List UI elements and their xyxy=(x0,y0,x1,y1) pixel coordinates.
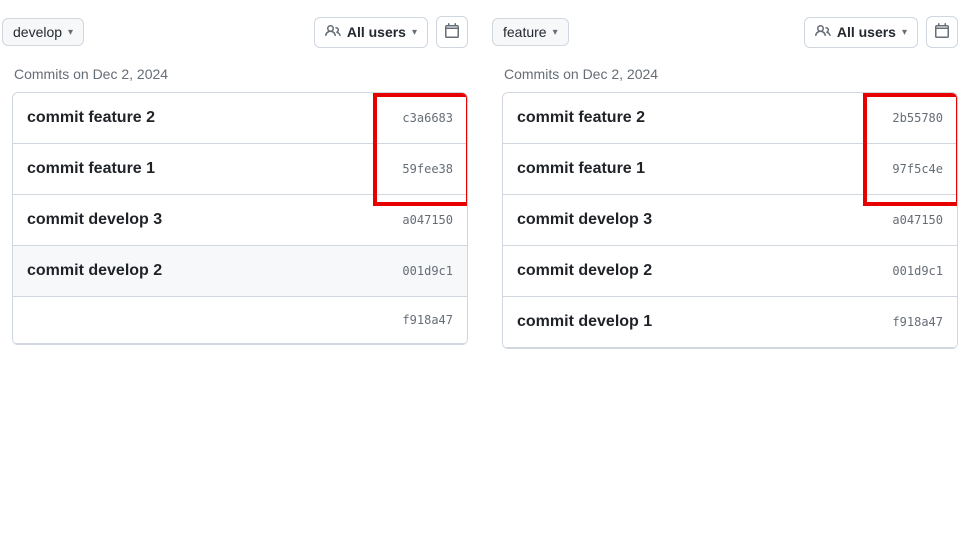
commit-list: commit feature 2 c3a6683 commit feature … xyxy=(12,92,468,345)
commit-title: commit feature 1 xyxy=(27,160,155,178)
commit-hash[interactable]: 59fee38 xyxy=(389,162,453,176)
commit-title: commit feature 2 xyxy=(27,109,155,127)
toolbar: feature ▾ All users ▾ xyxy=(490,6,958,56)
commit-title: commit feature 1 xyxy=(517,160,645,178)
commit-row[interactable]: commit develop 3 a047150 xyxy=(503,195,957,246)
people-icon xyxy=(815,23,831,42)
users-filter-button[interactable]: All users ▾ xyxy=(804,17,918,48)
commit-title: commit develop 2 xyxy=(517,262,652,280)
calendar-icon xyxy=(934,23,950,42)
people-icon xyxy=(325,23,341,42)
commit-hash[interactable]: a047150 xyxy=(389,213,453,227)
commit-list: commit feature 2 2b55780 commit feature … xyxy=(502,92,958,349)
commit-hash[interactable]: c3a6683 xyxy=(389,111,453,125)
caret-down-icon: ▾ xyxy=(412,27,417,38)
commit-title: commit develop 3 xyxy=(517,211,652,229)
commit-row[interactable]: commit develop 1 f918a47 xyxy=(503,297,957,348)
commit-title: commit develop 1 xyxy=(517,313,652,331)
commit-row[interactable]: commit feature 1 59fee38 xyxy=(13,144,467,195)
panel-right: feature ▾ All users ▾ Commits on Dec xyxy=(490,0,960,349)
users-filter-label: All users xyxy=(347,24,406,40)
calendar-icon xyxy=(444,23,460,42)
branch-name: feature xyxy=(503,24,547,40)
commit-row[interactable]: commit develop 2 001d9c1 xyxy=(13,246,467,297)
commit-hash[interactable]: 001d9c1 xyxy=(879,264,943,278)
date-heading: Commits on Dec 2, 2024 xyxy=(504,66,960,82)
date-picker-button[interactable] xyxy=(436,16,468,48)
users-filter-button[interactable]: All users ▾ xyxy=(314,17,428,48)
commit-hash[interactable]: f918a47 xyxy=(879,315,943,329)
commit-title: commit develop 3 xyxy=(27,211,162,229)
branch-selector-button[interactable]: develop ▾ xyxy=(2,18,84,46)
caret-down-icon: ▾ xyxy=(68,27,73,38)
commit-row[interactable]: f918a47 xyxy=(13,297,467,344)
commit-row[interactable]: commit feature 2 c3a6683 xyxy=(13,93,467,144)
commit-row[interactable]: commit develop 2 001d9c1 xyxy=(503,246,957,297)
commit-hash[interactable]: a047150 xyxy=(879,213,943,227)
branch-name: develop xyxy=(13,24,62,40)
toolbar-right: All users ▾ xyxy=(314,16,468,48)
date-heading: Commits on Dec 2, 2024 xyxy=(14,66,470,82)
toolbar-right: All users ▾ xyxy=(804,16,958,48)
commit-title: commit feature 2 xyxy=(517,109,645,127)
commit-title: commit develop 2 xyxy=(27,262,162,280)
users-filter-label: All users xyxy=(837,24,896,40)
branch-selector-button[interactable]: feature ▾ xyxy=(492,18,569,46)
commit-hash[interactable]: 2b55780 xyxy=(879,111,943,125)
caret-down-icon: ▾ xyxy=(553,27,558,38)
commit-row[interactable]: commit develop 3 a047150 xyxy=(13,195,467,246)
toolbar: develop ▾ All users ▾ xyxy=(0,6,468,56)
commit-row[interactable]: commit feature 1 97f5c4e xyxy=(503,144,957,195)
commit-hash[interactable]: 97f5c4e xyxy=(879,162,943,176)
commit-row[interactable]: commit feature 2 2b55780 xyxy=(503,93,957,144)
panel-left: develop ▾ All users ▾ Commits on Dec xyxy=(0,0,470,349)
date-picker-button[interactable] xyxy=(926,16,958,48)
commit-hash[interactable]: f918a47 xyxy=(389,313,453,327)
caret-down-icon: ▾ xyxy=(902,27,907,38)
commit-hash[interactable]: 001d9c1 xyxy=(389,264,453,278)
